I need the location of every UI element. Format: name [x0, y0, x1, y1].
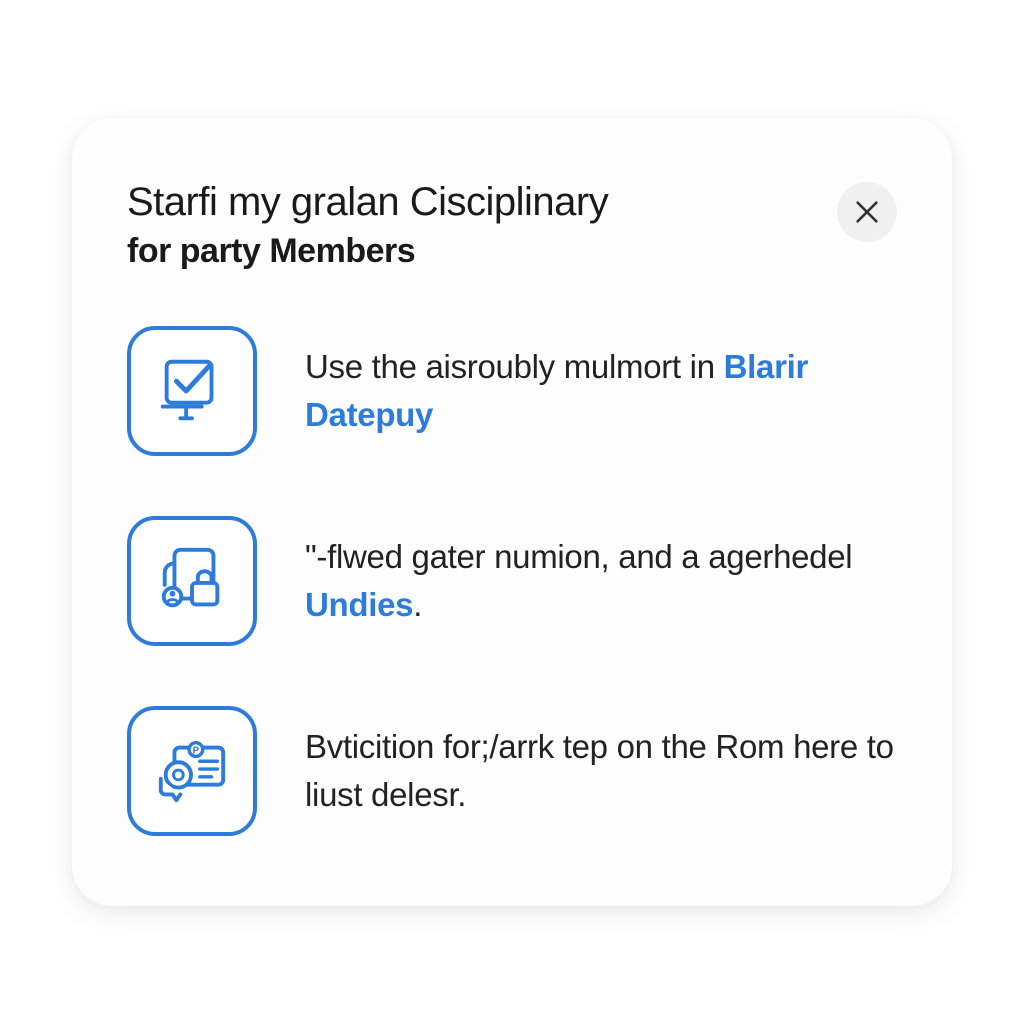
feature-text: "-flwed gater numion, and a agerhedel Un…	[305, 533, 897, 629]
feature-item: P Bvticition for;/arrk tep on the Rom he…	[127, 706, 897, 836]
feature-item: "-flwed gater numion, and a agerhedel Un…	[127, 516, 897, 646]
feature-icon-box	[127, 516, 257, 646]
info-modal: Starfi my gralan Cisciplinary for party …	[72, 118, 952, 906]
feature-list: Use the aisroubly mulmort in Blarir Date…	[127, 326, 897, 836]
feature-item: Use the aisroubly mulmort in Blarir Date…	[127, 326, 897, 456]
feature-text: Use the aisroubly mulmort in Blarir Date…	[305, 343, 897, 439]
feature-text-suffix: .	[413, 586, 422, 623]
svg-text:P: P	[193, 745, 200, 756]
modal-header: Starfi my gralan Cisciplinary for party …	[127, 178, 897, 271]
feature-link[interactable]: Undies	[305, 586, 413, 623]
feature-icon-box: P	[127, 706, 257, 836]
close-button[interactable]	[837, 182, 897, 242]
card-chat-icon: P	[151, 732, 233, 810]
feature-text-prefix: Use the aisroubly mulmort in	[305, 348, 724, 385]
modal-subtitle: for party Members	[127, 232, 837, 271]
modal-title: Starfi my gralan Cisciplinary	[127, 178, 837, 226]
lock-document-icon	[153, 542, 231, 620]
feature-text-prefix: Bvticition for;/arrk tep on the Rom here…	[305, 728, 894, 813]
checklist-icon	[153, 352, 231, 430]
feature-text: Bvticition for;/arrk tep on the Rom here…	[305, 723, 897, 819]
close-icon	[853, 198, 881, 226]
feature-text-prefix: "-flwed gater numion, and a agerhedel	[305, 538, 852, 575]
title-block: Starfi my gralan Cisciplinary for party …	[127, 178, 837, 271]
feature-icon-box	[127, 326, 257, 456]
